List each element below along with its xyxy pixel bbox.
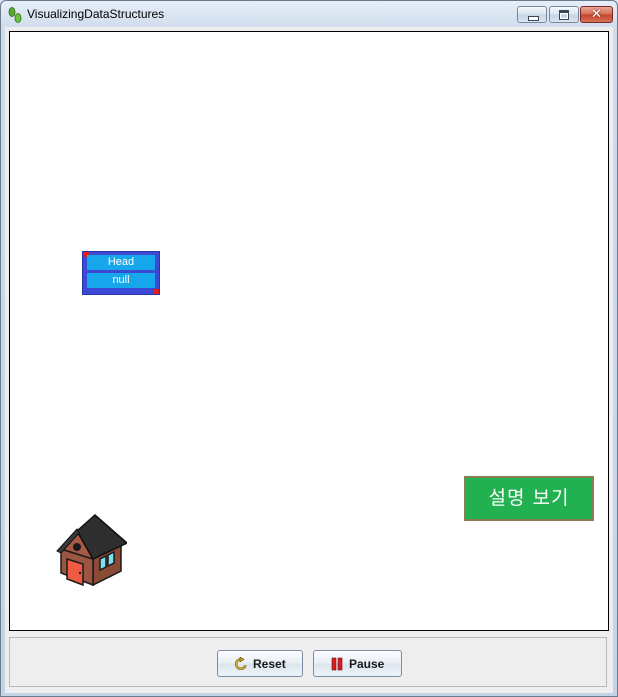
minimize-button[interactable] [517,6,547,23]
window-title: VisualizingDataStructures [27,7,165,21]
head-node-value: null [87,273,155,288]
app-window: VisualizingDataStructures ✕ Head null 설명… [0,0,618,697]
pause-icon [331,657,343,671]
house-icon[interactable] [55,513,127,589]
pause-label: Pause [349,657,385,671]
reset-icon [234,657,247,670]
control-panel: Reset Pause [9,637,607,687]
reset-button[interactable]: Reset [217,650,303,677]
reset-label: Reset [253,657,286,671]
head-node[interactable]: Head null [82,251,160,295]
title-bar[interactable]: VisualizingDataStructures ✕ [1,1,617,29]
client-area: Head null 설명 보기 Reset Pause [5,27,613,693]
maximize-button[interactable] [549,6,579,23]
node-corner-marker [153,289,159,294]
head-node-label: Head [87,255,155,270]
show-explanation-button[interactable]: 설명 보기 [464,476,594,521]
footprints-icon [8,7,22,23]
pause-button[interactable]: Pause [313,650,402,677]
visualization-canvas[interactable]: Head null 설명 보기 [9,31,609,631]
close-button[interactable]: ✕ [580,6,613,23]
close-icon: ✕ [591,7,602,22]
